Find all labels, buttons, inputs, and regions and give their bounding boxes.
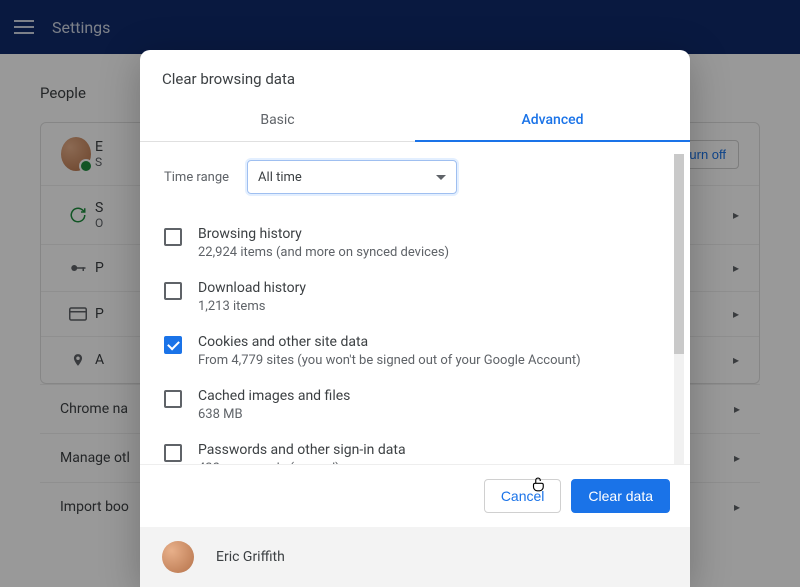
option-title: Passwords and other sign-in data	[198, 442, 406, 458]
option-download-history[interactable]: Download history 1,213 items	[164, 270, 666, 324]
option-title: Browsing history	[198, 226, 449, 242]
clear-data-button[interactable]: Clear data	[571, 479, 670, 513]
checkbox[interactable]	[164, 390, 182, 408]
tab-basic[interactable]: Basic	[140, 102, 415, 142]
tab-advanced[interactable]: Advanced	[415, 102, 690, 142]
scrollbar[interactable]: ▲ ▼	[674, 154, 684, 464]
chevron-down-icon	[436, 175, 446, 180]
option-sub: 430 passwords (synced)	[198, 461, 406, 464]
option-sub: 22,924 items (and more on synced devices…	[198, 245, 449, 260]
scroll-thumb[interactable]	[674, 154, 684, 354]
option-cookies[interactable]: Cookies and other site data From 4,779 s…	[164, 324, 666, 378]
dialog-body: ▲ ▼ Time range All time Browsing history…	[140, 142, 690, 464]
avatar	[162, 541, 194, 573]
time-range-row: Time range All time	[164, 160, 666, 194]
dialog-user-row[interactable]: Eric Griffith	[140, 527, 690, 587]
time-range-value: All time	[258, 170, 302, 185]
option-passwords[interactable]: Passwords and other sign-in data 430 pas…	[164, 432, 666, 464]
option-title: Download history	[198, 280, 306, 296]
option-title: Cookies and other site data	[198, 334, 581, 350]
option-title: Cached images and files	[198, 388, 350, 404]
clear-browsing-data-dialog: Clear browsing data Basic Advanced ▲ ▼ T…	[140, 50, 690, 587]
dialog-tabs: Basic Advanced	[140, 102, 690, 142]
checkbox[interactable]	[164, 444, 182, 462]
option-sub: 1,213 items	[198, 299, 306, 314]
checkbox[interactable]	[164, 282, 182, 300]
option-sub: 638 MB	[198, 407, 350, 422]
user-name: Eric Griffith	[216, 549, 285, 565]
time-range-label: Time range	[164, 170, 229, 185]
option-sub: From 4,779 sites (you won't be signed ou…	[198, 353, 581, 368]
clear-options-list: Browsing history 22,924 items (and more …	[164, 216, 666, 464]
option-browsing-history[interactable]: Browsing history 22,924 items (and more …	[164, 216, 666, 270]
checkbox[interactable]	[164, 336, 182, 354]
cancel-button[interactable]: Cancel	[484, 479, 562, 513]
dialog-title: Clear browsing data	[140, 50, 690, 102]
dialog-footer: Cancel Clear data	[140, 464, 690, 527]
time-range-select[interactable]: All time	[247, 160, 457, 194]
option-cached-images[interactable]: Cached images and files 638 MB	[164, 378, 666, 432]
checkbox[interactable]	[164, 228, 182, 246]
